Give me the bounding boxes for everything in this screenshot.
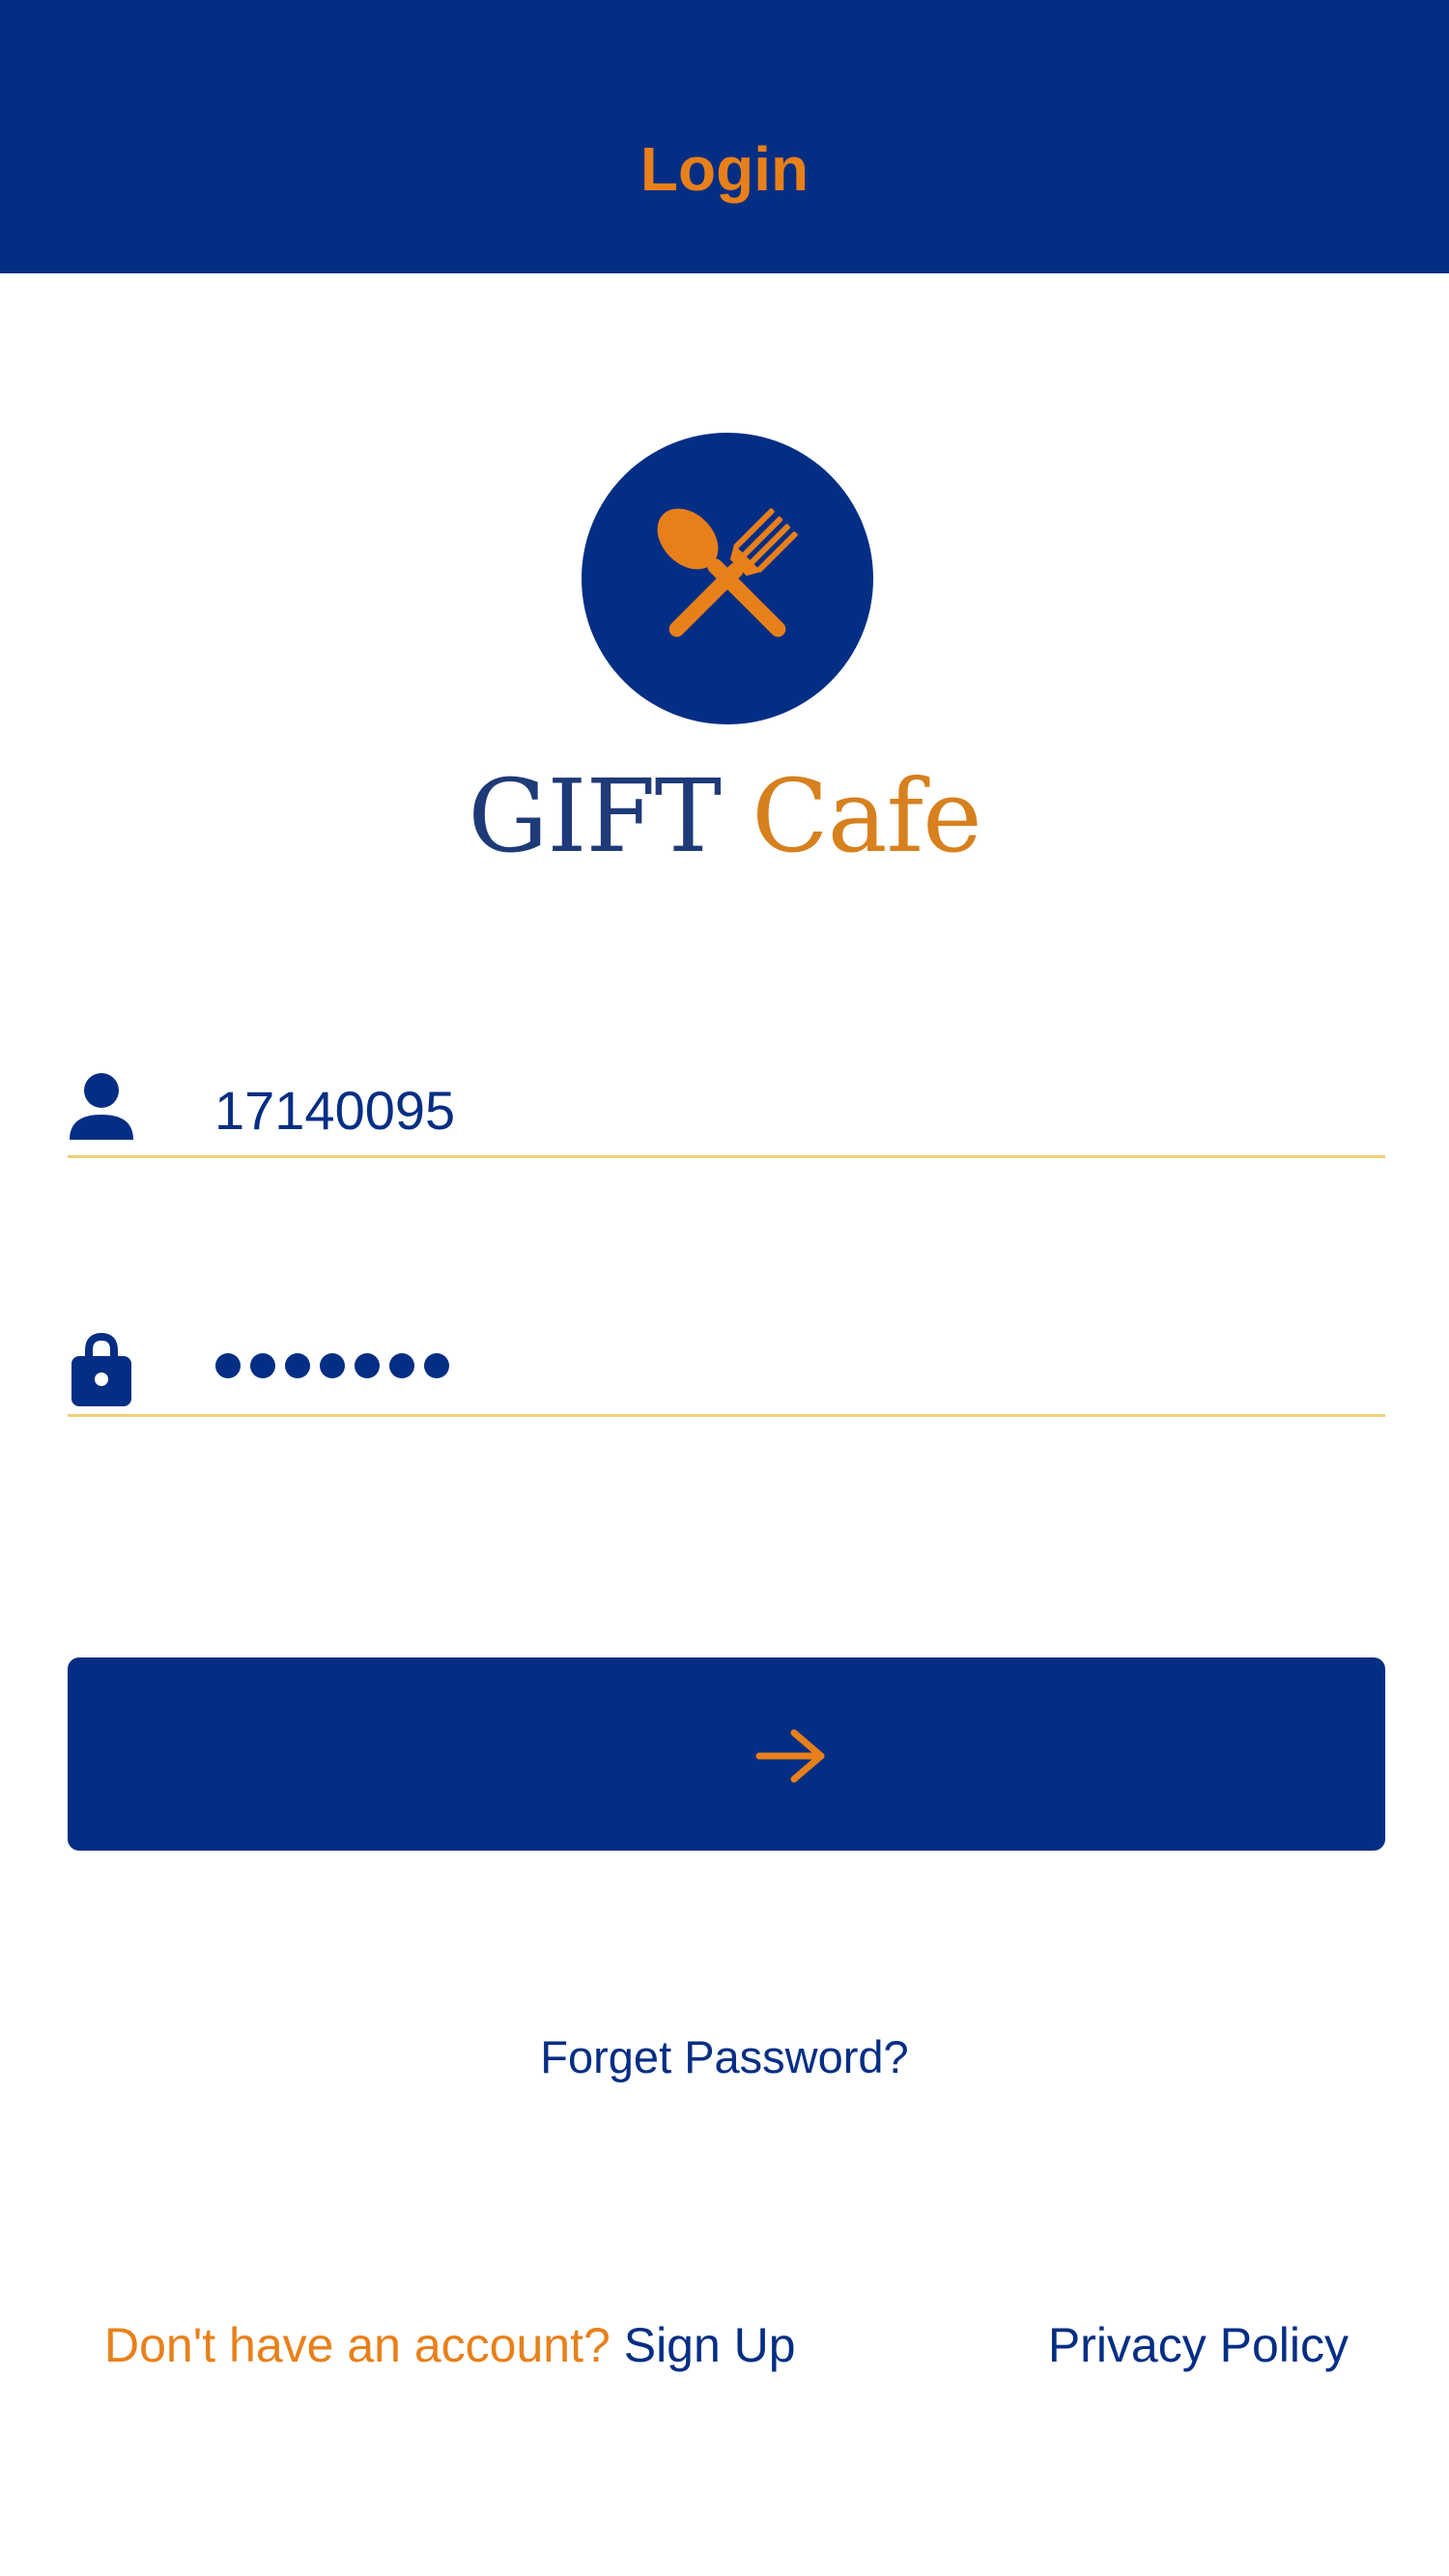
password-dot	[424, 1353, 449, 1378]
password-field[interactable]	[68, 1317, 1385, 1417]
password-underline	[68, 1414, 1385, 1417]
person-icon	[68, 1059, 135, 1155]
signup-prompt: Don't have an account? Sign Up	[104, 2314, 796, 2376]
password-dot	[285, 1353, 310, 1378]
brand-name-cafe: Cafe	[752, 757, 982, 875]
lock-icon	[68, 1317, 135, 1414]
password-dot	[389, 1353, 414, 1378]
spoon-fork-crossed-icon	[657, 508, 798, 637]
brand-name: GIFT Cafe	[0, 753, 1449, 879]
username-input[interactable]: 17140095	[214, 1080, 455, 1142]
forgot-password-link[interactable]: Forget Password?	[0, 2028, 1449, 2086]
arrow-right-icon	[755, 1729, 825, 1783]
password-dot	[320, 1353, 345, 1378]
brand-name-gift: GIFT	[468, 757, 722, 875]
username-underline	[68, 1155, 1385, 1158]
password-dot	[215, 1353, 241, 1378]
username-field[interactable]: 17140095	[68, 1059, 1385, 1158]
page-title: Login	[639, 134, 810, 204]
app-bar: Login	[0, 0, 1449, 273]
login-button[interactable]	[68, 1657, 1385, 1851]
privacy-policy-link[interactable]: Privacy Policy	[1048, 2314, 1349, 2376]
password-dot	[250, 1353, 275, 1378]
no-account-text: Don't have an account?	[104, 2318, 611, 2372]
sign-up-link[interactable]: Sign Up	[624, 2318, 796, 2372]
password-input[interactable]	[214, 1346, 466, 1385]
password-dot	[355, 1353, 380, 1378]
logo	[582, 433, 873, 724]
